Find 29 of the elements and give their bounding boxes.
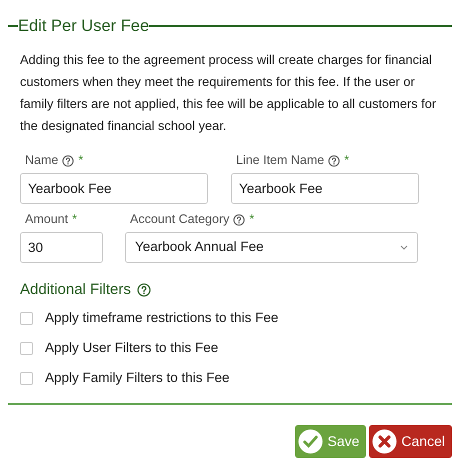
required-mark: * [344, 152, 350, 170]
category-select[interactable]: Yearbook Annual Fee [125, 232, 418, 263]
field-label: Account Category [130, 211, 230, 228]
cancel-button[interactable]: Cancel [369, 425, 452, 458]
help-icon [62, 154, 74, 167]
filter-label: Apply Family Filters to this Fee [45, 369, 230, 388]
check-icon [298, 429, 324, 454]
field-label: Name [25, 152, 58, 170]
description-text: Adding this fee to the agreement process will create charges for financial customers when they meet the requirements for this fee. If the user or family filters are not applied, this fee will be applicable to all customers for the designated financial school year. [20, 50, 438, 135]
help-icon [233, 214, 246, 226]
filter-label: Apply timeframe restrictions to this Fee [45, 309, 278, 328]
filter-label: Apply User Filters to this Fee [45, 339, 218, 358]
filters-heading: Additional Filters [20, 280, 131, 300]
chevron-icon [400, 244, 408, 250]
text-field[interactable]: Yearbook Fee [231, 172, 419, 204]
close-icon [372, 429, 398, 454]
text-field[interactable]: Yearbook Fee [20, 172, 208, 204]
field-label: Amount [25, 211, 68, 228]
filter-checkbox[interactable] [20, 312, 33, 325]
help-icon [328, 154, 340, 167]
field-label: Line Item Name [236, 152, 324, 170]
required-mark: * [72, 211, 77, 228]
filter-checkbox[interactable] [20, 372, 33, 385]
required-mark: * [249, 211, 254, 228]
help-icon [136, 283, 151, 297]
form-title: Edit Per User Fee [18, 16, 150, 37]
required-mark: * [78, 152, 84, 170]
text-field[interactable]: 30 [20, 232, 103, 263]
filter-checkbox[interactable] [20, 342, 33, 355]
